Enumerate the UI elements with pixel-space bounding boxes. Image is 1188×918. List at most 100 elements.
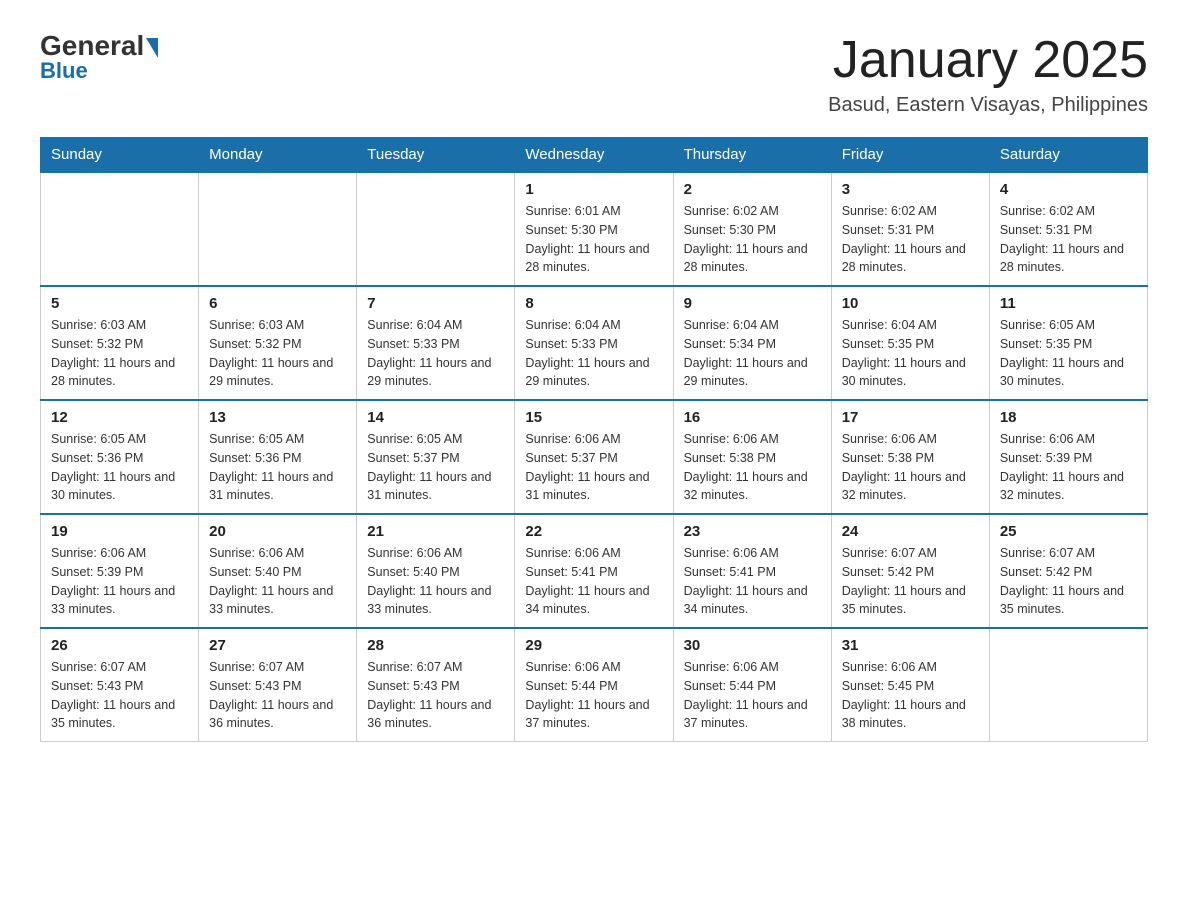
calendar-header-row: SundayMondayTuesdayWednesdayThursdayFrid… (41, 138, 1148, 173)
calendar-day-cell: 18 Sunrise: 6:06 AMSunset: 5:39 PMDayligh… (989, 400, 1147, 514)
day-info: Sunrise: 6:05 AMSunset: 5:36 PMDaylight:… (209, 430, 346, 505)
day-info: Sunrise: 6:07 AMSunset: 5:43 PMDaylight:… (51, 658, 188, 733)
day-number: 27 (209, 637, 346, 654)
calendar-empty-cell (199, 172, 357, 286)
day-info: Sunrise: 6:04 AMSunset: 5:33 PMDaylight:… (525, 316, 662, 391)
calendar-week-row: 26 Sunrise: 6:07 AMSunset: 5:43 PMDayligh… (41, 628, 1148, 742)
calendar-day-cell: 13Sunrise: 6:05 AMSunset: 5:36 PMDayligh… (199, 400, 357, 514)
day-number: 26 (51, 637, 188, 654)
calendar-day-cell: 27 Sunrise: 6:07 AMSunset: 5:43 PMDayligh… (199, 628, 357, 742)
day-number: 14 (367, 409, 504, 426)
day-number: 2 (684, 181, 821, 198)
calendar-day-cell: 10 Sunrise: 6:04 AMSunset: 5:35 PMDayligh… (831, 286, 989, 400)
day-number: 25 (1000, 523, 1137, 540)
calendar-table: SundayMondayTuesdayWednesdayThursdayFrid… (40, 137, 1148, 742)
day-info: Sunrise: 6:03 AMSunset: 5:32 PMDaylight:… (51, 316, 188, 391)
day-info: Sunrise: 6:02 AMSunset: 5:30 PMDaylight:… (684, 202, 821, 277)
calendar-body: 1 Sunrise: 6:01 AMSunset: 5:30 PMDaylight… (41, 172, 1148, 742)
day-info: Sunrise: 6:06 AMSunset: 5:40 PMDaylight:… (367, 544, 504, 619)
day-info: Sunrise: 6:07 AMSunset: 5:42 PMDaylight:… (842, 544, 979, 619)
day-info: Sunrise: 6:07 AMSunset: 5:43 PMDaylight:… (367, 658, 504, 733)
day-info: Sunrise: 6:06 AMSunset: 5:40 PMDaylight:… (209, 544, 346, 619)
day-number: 6 (209, 295, 346, 312)
page-header: General Blue January 2025 Basud, Eastern… (40, 30, 1148, 117)
calendar-weekday-header: Monday (199, 138, 357, 173)
calendar-day-cell: 21 Sunrise: 6:06 AMSunset: 5:40 PMDayligh… (357, 514, 515, 628)
calendar-day-cell: 22Sunrise: 6:06 AMSunset: 5:41 PMDayligh… (515, 514, 673, 628)
calendar-empty-cell (989, 628, 1147, 742)
calendar-day-cell: 17 Sunrise: 6:06 AMSunset: 5:38 PMDayligh… (831, 400, 989, 514)
calendar-empty-cell (357, 172, 515, 286)
day-number: 12 (51, 409, 188, 426)
calendar-weekday-header: Wednesday (515, 138, 673, 173)
day-number: 10 (842, 295, 979, 312)
day-number: 1 (525, 181, 662, 198)
day-info: Sunrise: 6:06 AMSunset: 5:41 PMDaylight:… (525, 544, 662, 619)
day-info: Sunrise: 6:06 AMSunset: 5:44 PMDaylight:… (525, 658, 662, 733)
day-info: Sunrise: 6:05 AMSunset: 5:35 PMDaylight:… (1000, 316, 1137, 391)
day-number: 11 (1000, 295, 1137, 312)
day-info: Sunrise: 6:06 AMSunset: 5:38 PMDaylight:… (684, 430, 821, 505)
calendar-day-cell: 8 Sunrise: 6:04 AMSunset: 5:33 PMDaylight… (515, 286, 673, 400)
calendar-day-cell: 16Sunrise: 6:06 AMSunset: 5:38 PMDayligh… (673, 400, 831, 514)
calendar-week-row: 19 Sunrise: 6:06 AMSunset: 5:39 PMDayligh… (41, 514, 1148, 628)
day-info: Sunrise: 6:05 AMSunset: 5:37 PMDaylight:… (367, 430, 504, 505)
day-number: 21 (367, 523, 504, 540)
day-info: Sunrise: 6:06 AMSunset: 5:45 PMDaylight:… (842, 658, 979, 733)
day-info: Sunrise: 6:07 AMSunset: 5:42 PMDaylight:… (1000, 544, 1137, 619)
day-info: Sunrise: 6:04 AMSunset: 5:35 PMDaylight:… (842, 316, 979, 391)
calendar-day-cell: 19 Sunrise: 6:06 AMSunset: 5:39 PMDayligh… (41, 514, 199, 628)
day-number: 7 (367, 295, 504, 312)
calendar-day-cell: 24Sunrise: 6:07 AMSunset: 5:42 PMDayligh… (831, 514, 989, 628)
day-info: Sunrise: 6:01 AMSunset: 5:30 PMDaylight:… (525, 202, 662, 277)
calendar-day-cell: 15 Sunrise: 6:06 AMSunset: 5:37 PMDayligh… (515, 400, 673, 514)
day-info: Sunrise: 6:02 AMSunset: 5:31 PMDaylight:… (842, 202, 979, 277)
calendar-day-cell: 6Sunrise: 6:03 AMSunset: 5:32 PMDaylight… (199, 286, 357, 400)
calendar-day-cell: 30 Sunrise: 6:06 AMSunset: 5:44 PMDayligh… (673, 628, 831, 742)
calendar-weekday-header: Thursday (673, 138, 831, 173)
calendar-weekday-header: Friday (831, 138, 989, 173)
day-info: Sunrise: 6:06 AMSunset: 5:38 PMDaylight:… (842, 430, 979, 505)
day-number: 15 (525, 409, 662, 426)
calendar-day-cell: 31 Sunrise: 6:06 AMSunset: 5:45 PMDayligh… (831, 628, 989, 742)
calendar-empty-cell (41, 172, 199, 286)
title-block: January 2025 Basud, Eastern Visayas, Phi… (828, 30, 1148, 117)
day-info: Sunrise: 6:06 AMSunset: 5:37 PMDaylight:… (525, 430, 662, 505)
page-subtitle: Basud, Eastern Visayas, Philippines (828, 94, 1148, 117)
day-info: Sunrise: 6:07 AMSunset: 5:43 PMDaylight:… (209, 658, 346, 733)
calendar-day-cell: 29 Sunrise: 6:06 AMSunset: 5:44 PMDayligh… (515, 628, 673, 742)
calendar-day-cell: 23Sunrise: 6:06 AMSunset: 5:41 PMDayligh… (673, 514, 831, 628)
day-number: 5 (51, 295, 188, 312)
day-number: 9 (684, 295, 821, 312)
day-number: 29 (525, 637, 662, 654)
day-number: 23 (684, 523, 821, 540)
page-title: January 2025 (828, 30, 1148, 90)
day-number: 8 (525, 295, 662, 312)
calendar-day-cell: 26 Sunrise: 6:07 AMSunset: 5:43 PMDayligh… (41, 628, 199, 742)
day-number: 18 (1000, 409, 1137, 426)
day-info: Sunrise: 6:05 AMSunset: 5:36 PMDaylight:… (51, 430, 188, 505)
day-info: Sunrise: 6:06 AMSunset: 5:44 PMDaylight:… (684, 658, 821, 733)
day-info: Sunrise: 6:06 AMSunset: 5:39 PMDaylight:… (51, 544, 188, 619)
calendar-day-cell: 14 Sunrise: 6:05 AMSunset: 5:37 PMDayligh… (357, 400, 515, 514)
day-number: 30 (684, 637, 821, 654)
logo-arrow-icon (146, 38, 158, 58)
day-info: Sunrise: 6:06 AMSunset: 5:39 PMDaylight:… (1000, 430, 1137, 505)
calendar-day-cell: 20 Sunrise: 6:06 AMSunset: 5:40 PMDayligh… (199, 514, 357, 628)
calendar-day-cell: 12 Sunrise: 6:05 AMSunset: 5:36 PMDayligh… (41, 400, 199, 514)
calendar-day-cell: 7 Sunrise: 6:04 AMSunset: 5:33 PMDaylight… (357, 286, 515, 400)
day-number: 31 (842, 637, 979, 654)
calendar-day-cell: 3Sunrise: 6:02 AMSunset: 5:31 PMDaylight… (831, 172, 989, 286)
logo-blue-text: Blue (40, 58, 88, 84)
day-number: 17 (842, 409, 979, 426)
day-info: Sunrise: 6:04 AMSunset: 5:33 PMDaylight:… (367, 316, 504, 391)
day-number: 19 (51, 523, 188, 540)
calendar-day-cell: 4Sunrise: 6:02 AMSunset: 5:31 PMDaylight… (989, 172, 1147, 286)
calendar-weekday-header: Tuesday (357, 138, 515, 173)
calendar-day-cell: 1 Sunrise: 6:01 AMSunset: 5:30 PMDaylight… (515, 172, 673, 286)
calendar-day-cell: 9Sunrise: 6:04 AMSunset: 5:34 PMDaylight… (673, 286, 831, 400)
calendar-week-row: 1 Sunrise: 6:01 AMSunset: 5:30 PMDaylight… (41, 172, 1148, 286)
day-number: 28 (367, 637, 504, 654)
calendar-weekday-header: Sunday (41, 138, 199, 173)
day-number: 20 (209, 523, 346, 540)
